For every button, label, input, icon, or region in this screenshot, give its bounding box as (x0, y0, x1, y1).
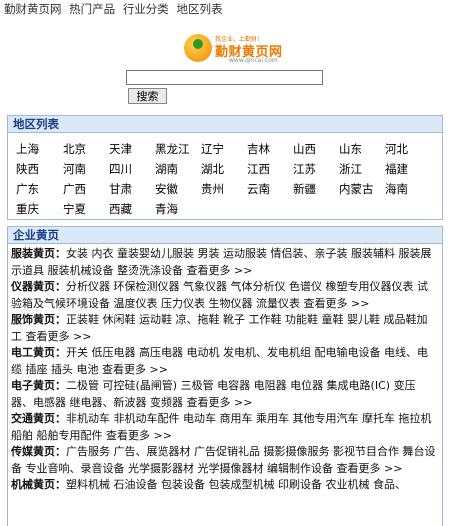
region-link[interactable]: 河北 (385, 139, 431, 159)
view-more-link[interactable]: 查看更多 (106, 429, 150, 442)
region-link[interactable]: 甘肃 (109, 179, 155, 199)
nav-link-categories[interactable]: 行业分类 (123, 2, 169, 16)
region-link[interactable]: 上海 (16, 139, 63, 159)
list-item: 电工黄页：开关 低压电器 高压电器 电动机 发电机、发电机组 配电输电设备 电线… (11, 345, 437, 378)
region-link[interactable]: 山东 (339, 139, 385, 159)
logo-url: www.qincai.com (229, 57, 278, 64)
region-link[interactable]: 广东 (16, 179, 63, 199)
list-item: 机械黄页：塑料机械 石油设备 包装设备 包装成型机械 印刷设备 农业机械 食品、 (11, 477, 437, 494)
region-link[interactable]: 重庆 (16, 199, 63, 219)
list-item: 电子黄页：二极管 可控硅(晶闸管) 三极管 电容器 电阻器 电位器 集成电路(I… (11, 378, 437, 411)
nav-link-home[interactable]: 勤财黄页网 (4, 2, 62, 16)
region-link[interactable]: 福建 (385, 159, 431, 179)
view-more-arrow[interactable]: >> (154, 429, 172, 442)
region-link[interactable]: 贵州 (201, 179, 247, 199)
view-more-arrow[interactable]: >> (234, 264, 252, 277)
region-row: 上海 北京 天津 黑龙江 辽宁 吉林 山西 山东 河北 (16, 139, 436, 159)
category-label[interactable]: 传媒黄页： (11, 445, 66, 458)
region-link[interactable]: 天津 (109, 139, 155, 159)
view-more-arrow[interactable]: >> (384, 462, 402, 475)
view-more-link[interactable]: 查看更多 (187, 396, 231, 409)
region-link[interactable]: 江西 (247, 159, 293, 179)
site-logo[interactable]: 我企业，上勤财! 勤财黄页网 www.qincai.com (184, 32, 304, 66)
region-link[interactable]: 安徽 (155, 179, 201, 199)
region-link[interactable]: 湖北 (201, 159, 247, 179)
region-link[interactable]: 广西 (63, 179, 109, 199)
category-label[interactable]: 服装黄页： (11, 247, 66, 260)
region-link[interactable]: 湖南 (155, 159, 201, 179)
region-grid: 上海 北京 天津 黑龙江 辽宁 吉林 山西 山东 河北 陕西 河南 四川 湖南 湖北 江西 江苏 浙江 福建 广… (16, 139, 436, 219)
region-link[interactable]: 云南 (247, 179, 293, 199)
view-more-arrow[interactable]: >> (150, 363, 168, 376)
category-label[interactable]: 仪器黄页： (11, 280, 66, 293)
region-link[interactable]: 宁夏 (63, 199, 109, 219)
view-more-link[interactable]: 查看更多 (336, 462, 380, 475)
region-link[interactable]: 山西 (293, 139, 339, 159)
region-link[interactable]: 黑龙江 (155, 139, 201, 159)
search-input[interactable] (126, 70, 323, 85)
category-label[interactable]: 交通黄页： (11, 412, 66, 425)
view-more-link[interactable]: 查看更多 (26, 330, 70, 343)
view-more-arrow[interactable]: >> (351, 297, 369, 310)
category-label[interactable]: 电子黄页： (11, 379, 66, 392)
view-more-arrow[interactable]: >> (234, 396, 252, 409)
list-item: 仪器黄页：分析仪器 环保检测仪器 气象仪器 气体分析仪 色谱仪 橡塑专用仪器仪表… (11, 279, 437, 312)
view-more-link[interactable]: 查看更多 (102, 363, 146, 376)
category-items[interactable]: 非机动车 非机动车配件 电动车 商用车 乘用车 其他专用汽车 摩托车 拖拉机 船… (11, 412, 431, 442)
view-more-link[interactable]: 查看更多 (304, 297, 348, 310)
region-list-title: 地区列表 (8, 116, 442, 133)
list-item: 服装黄页：女装 内衣 童装婴幼儿服装 男装 运动服装 情侣装、亲子装 服装辅料 … (11, 246, 437, 279)
category-label[interactable]: 机械黄页： (11, 478, 66, 491)
region-link[interactable]: 青海 (155, 199, 201, 219)
region-link[interactable]: 河南 (63, 159, 109, 179)
nav-link-hot-products[interactable]: 热门产品 (69, 2, 115, 16)
region-link[interactable]: 海南 (385, 179, 431, 199)
category-label[interactable]: 电工黄页： (11, 346, 66, 359)
region-link[interactable]: 西藏 (109, 199, 155, 219)
list-item: 服饰黄页：正装鞋 休闲鞋 运动鞋 凉、拖鞋 靴子 工作鞋 功能鞋 童鞋 婴儿鞋 … (11, 312, 437, 345)
region-link[interactable]: 吉林 (247, 139, 293, 159)
top-navigation: 勤财黄页网 热门产品 行业分类 地区列表 (0, 0, 450, 18)
region-link[interactable]: 新疆 (293, 179, 339, 199)
view-more-link[interactable]: 查看更多 (187, 264, 231, 277)
region-link[interactable]: 浙江 (339, 159, 385, 179)
region-link[interactable]: 四川 (109, 159, 155, 179)
region-row: 重庆 宁夏 西藏 青海 (16, 199, 436, 219)
category-items[interactable]: 开关 低压电器 高压电器 电动机 发电机、发电机组 配电输电设备 电线、电缆 插… (11, 346, 428, 376)
region-link[interactable]: 辽宁 (201, 139, 247, 159)
category-label[interactable]: 服饰黄页： (11, 313, 66, 326)
region-link[interactable]: 陕西 (16, 159, 63, 179)
region-list-panel: 地区列表 上海 北京 天津 黑龙江 辽宁 吉林 山西 山东 河北 陕西 河南 四川 湖南 湖北 江西 江苏浙… (7, 115, 443, 220)
business-directory-title: 企业黄页 (8, 227, 442, 244)
region-row: 广东 广西 甘肃 安徽 贵州 云南 新疆 内蒙古 海南 (16, 179, 436, 199)
view-more-arrow[interactable]: >> (73, 330, 91, 343)
region-row: 陕西 河南 四川 湖南 湖北 江西 江苏 浙江 福建 (16, 159, 436, 179)
category-items[interactable]: 塑料机械 石油设备 包装设备 包装成型机械 印刷设备 农业机械 食品、 (66, 478, 406, 491)
nav-link-regions[interactable]: 地区列表 (176, 2, 222, 16)
business-list: 服装黄页：女装 内衣 童装婴幼儿服装 男装 运动服装 情侣装、亲子装 服装辅料 … (8, 244, 442, 494)
region-link[interactable]: 江苏 (293, 159, 339, 179)
search-button[interactable]: 搜索 (128, 88, 167, 104)
logo-icon (184, 34, 212, 62)
region-link[interactable]: 北京 (63, 139, 109, 159)
list-item: 传媒黄页：广告服务 广告、展览器材 广告促销礼品 摄影摄像服务 影视节目合作 舞… (11, 444, 437, 477)
region-link[interactable]: 内蒙古 (339, 179, 385, 199)
business-directory-panel: 企业黄页 服装黄页：女装 内衣 童装婴幼儿服装 男装 运动服装 情侣装、亲子装 … (7, 226, 443, 526)
list-item: 交通黄页：非机动车 非机动车配件 电动车 商用车 乘用车 其他专用汽车 摩托车 … (11, 411, 437, 444)
